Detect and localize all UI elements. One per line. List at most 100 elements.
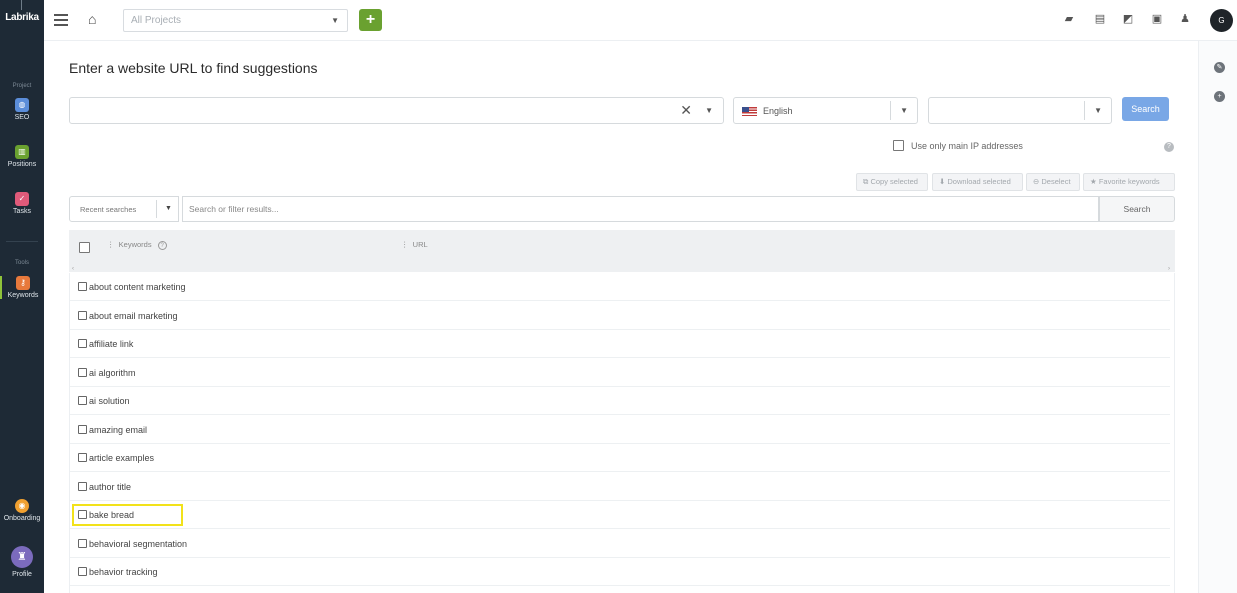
table-row[interactable]: ai solution [70, 387, 1170, 415]
chat-icon[interactable]: ◩ [1122, 13, 1134, 25]
download-selected-button[interactable]: ⬇ Download selected [932, 173, 1023, 191]
favorite-keywords-button[interactable]: ★ Favorite keywords [1083, 173, 1175, 191]
column-header-url[interactable]: ⋮ URL [401, 240, 428, 249]
keyword-text: affiliate link [89, 339, 134, 349]
keyword-text: ai solution [89, 396, 130, 406]
search-button[interactable]: Search [1122, 97, 1169, 121]
region-select[interactable]: ▼ [928, 97, 1112, 124]
sidebar-section-project: Project [12, 83, 32, 89]
sidebar-item-label: Profile [12, 571, 32, 578]
column-header-url-label: URL [412, 240, 428, 249]
table-row[interactable]: article examples [70, 444, 1170, 472]
language-select[interactable]: English ▼ [733, 97, 918, 124]
row-checkbox[interactable] [78, 539, 87, 548]
star-icon: ★ [1090, 177, 1099, 186]
table-row[interactable]: author title [70, 473, 1170, 501]
keyword-text: author title [89, 482, 132, 492]
filter-search-button[interactable]: Search [1099, 196, 1175, 222]
row-checkbox[interactable] [78, 453, 87, 462]
select-divider [890, 101, 891, 120]
chart-icon: ▥ [15, 145, 29, 159]
table-row[interactable]: affiliate link [70, 330, 1170, 358]
keyword-text: bake bread [89, 510, 135, 520]
sidebar: Labrika Project ◍ SEO ▥ Positions ✓ Task… [0, 0, 44, 593]
sidebar-item-label: Onboarding [3, 515, 41, 522]
keyword-text: behavioral segmentation [89, 539, 188, 549]
table-row[interactable]: about content marketing [70, 273, 1170, 301]
chevron-down-icon: ▼ [331, 16, 339, 25]
recent-searches-select[interactable]: Recent searches ▼ [69, 196, 179, 222]
row-checkbox[interactable] [78, 510, 87, 519]
right-rail: ✎ + [1198, 41, 1237, 593]
row-checkbox[interactable] [78, 368, 87, 377]
help-icon[interactable]: ? [1164, 142, 1174, 152]
column-drag-icon: ⋮ [401, 240, 413, 249]
logo-divider [21, 0, 22, 10]
keyword-text: about content marketing [89, 282, 186, 292]
sidebar-item-keywords[interactable]: ⚷ Keywords [0, 276, 44, 299]
filter-input[interactable]: Search or filter results... [182, 196, 1099, 222]
add-project-button[interactable]: + [359, 9, 382, 31]
row-checkbox[interactable] [78, 567, 87, 576]
table-row-highlighted[interactable]: bake bread [70, 501, 1170, 529]
table-row[interactable]: about email marketing [70, 302, 1170, 330]
keyword-text: ai algorithm [89, 368, 136, 378]
download-selected-label: Download selected [947, 177, 1011, 186]
project-select-placeholder: All Projects [131, 15, 182, 26]
table-row[interactable]: behavioral segmentation [70, 530, 1170, 558]
check-icon: ✓ [15, 192, 29, 206]
row-checkbox[interactable] [78, 482, 87, 491]
row-checkbox[interactable] [78, 339, 87, 348]
table-row[interactable]: behavior tracking [70, 558, 1170, 586]
select-all-checkbox[interactable] [79, 242, 90, 253]
sidebar-item-tasks[interactable]: ✓ Tasks [0, 192, 44, 215]
edit-icon[interactable]: ✎ [1214, 62, 1225, 73]
page-title: Enter a website URL to find suggestions [69, 60, 318, 76]
sidebar-section-tools: Tools [14, 260, 29, 266]
sidebar-item-label: Positions [7, 161, 37, 168]
sidebar-item-label: Tasks [13, 208, 31, 215]
row-checkbox[interactable] [78, 282, 87, 291]
home-icon[interactable]: ⌂ [88, 11, 96, 27]
keyword-text: article examples [89, 453, 155, 463]
sidebar-item-onboarding[interactable]: ◉ Onboarding [0, 499, 44, 522]
table-row[interactable]: amazing email [70, 416, 1170, 444]
add-circle-icon[interactable]: + [1214, 91, 1225, 102]
help-icon[interactable]: ? [157, 241, 167, 250]
sidebar-item-positions[interactable]: ▥ Positions [0, 145, 44, 168]
seo-icon: ◍ [15, 98, 29, 112]
clipboard-icon[interactable]: ▣ [1151, 13, 1163, 25]
briefcase-icon[interactable]: ▰ [1063, 13, 1075, 25]
column-header-keywords[interactable]: ⋮ Keywords? [107, 240, 167, 250]
scroll-left-icon[interactable]: ‹ [72, 266, 74, 272]
app-logo[interactable]: Labrika [0, 12, 44, 23]
chevron-down-icon[interactable]: ▼ [705, 106, 713, 115]
project-select[interactable]: All Projects ▼ [123, 9, 348, 32]
copy-selected-button[interactable]: ⧉ Copy selected [856, 173, 928, 191]
checkbox[interactable] [893, 140, 904, 151]
top-bar: ⌂ All Projects ▼ + ▰ ▤ ◩ ▣ ♟ G [44, 0, 1237, 41]
select-divider [156, 200, 157, 218]
row-checkbox[interactable] [78, 311, 87, 320]
keyword-text: about email marketing [89, 311, 178, 321]
main-ip-checkbox[interactable]: Use only main IP addresses [893, 140, 1023, 151]
sidebar-item-label: SEO [14, 114, 30, 121]
url-input[interactable]: ✕ ▼ [69, 97, 724, 124]
sidebar-item-label: Keywords [7, 292, 39, 299]
column-drag-icon: ⋮ [107, 240, 119, 249]
user-avatar[interactable]: G [1210, 9, 1233, 32]
bell-icon[interactable]: ♟ [1179, 13, 1191, 25]
sidebar-item-profile[interactable]: ♜ Profile [0, 546, 44, 578]
sidebar-item-seo[interactable]: ◍ SEO [0, 98, 44, 121]
deselect-button[interactable]: ⊖ Deselect [1026, 173, 1080, 191]
calendar-icon[interactable]: ▤ [1094, 13, 1106, 25]
chevron-down-icon: ▼ [1094, 106, 1102, 115]
row-checkbox[interactable] [78, 425, 87, 434]
close-icon[interactable]: ✕ [680, 102, 692, 119]
menu-icon[interactable] [54, 12, 68, 26]
key-icon: ⚷ [16, 276, 30, 290]
table-row[interactable]: ai algorithm [70, 359, 1170, 387]
row-checkbox[interactable] [78, 396, 87, 405]
scroll-right-icon[interactable]: › [1168, 266, 1170, 272]
keyword-text: amazing email [89, 425, 148, 435]
